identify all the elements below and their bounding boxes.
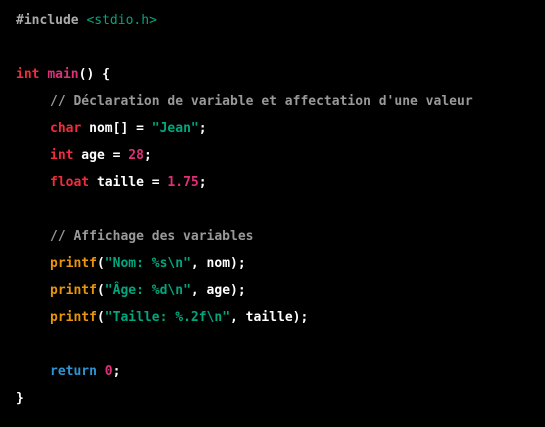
string-literal: "Taille: %.2f\n" [104, 310, 231, 325]
semicolon: ; [198, 121, 207, 136]
char-declaration: nom[] = [81, 121, 152, 136]
printf-args: , age); [190, 283, 246, 298]
preprocessor-directive: #include [16, 13, 79, 28]
keyword-int: int [16, 67, 40, 82]
code-line-include: #include <stdio.h> [16, 7, 545, 34]
code-line-printf-nom: printf("Nom: %s\n", nom); [16, 250, 545, 277]
code-line-close: } [16, 385, 545, 412]
comment-declaration: // Déclaration de variable et affectatio… [50, 94, 473, 109]
printf-args: , taille); [230, 310, 309, 325]
code-line-return: return 0; [16, 358, 545, 385]
close-brace: } [16, 391, 24, 406]
keyword-char: char [50, 121, 82, 136]
code-line-printf-age: printf("Âge: %d\n", age); [16, 277, 545, 304]
paren-open: ( [96, 256, 105, 271]
code-block[interactable]: #include <stdio.h> int main() { // Décla… [0, 0, 545, 427]
code-line-comment: // Affichage des variables [16, 223, 545, 250]
semicolon: ; [112, 364, 121, 379]
printf-args: , nom); [190, 256, 246, 271]
paren-open: ( [96, 283, 105, 298]
code-line-char: char nom[] = "Jean"; [16, 115, 545, 142]
include-header: <stdio.h> [78, 13, 157, 28]
string-literal: "Nom: %s\n" [104, 256, 191, 271]
semicolon: ; [198, 175, 207, 190]
code-line-printf-taille: printf("Taille: %.2f\n", taille); [16, 304, 545, 331]
function-printf: printf [50, 283, 97, 298]
number-literal: 28 [128, 148, 144, 163]
keyword-int: int [50, 148, 74, 163]
number-literal: 1.75 [167, 175, 199, 190]
function-printf: printf [50, 256, 97, 271]
code-line-comment: // Déclaration de variable et affectatio… [16, 88, 545, 115]
keyword-return: return [50, 364, 97, 379]
semicolon: ; [143, 148, 152, 163]
function-name-main: main [47, 67, 79, 82]
int-declaration: age = [73, 148, 129, 163]
string-literal: "Jean" [151, 121, 199, 136]
main-open: () { [78, 67, 110, 82]
code-line-main: int main() { [16, 61, 545, 88]
code-line-int: int age = 28; [16, 142, 545, 169]
comment-display: // Affichage des variables [50, 229, 254, 244]
string-literal: "Âge: %d\n" [104, 283, 191, 298]
number-literal: 0 [96, 364, 113, 379]
paren-open: ( [96, 310, 105, 325]
function-printf: printf [50, 310, 97, 325]
code-line-float: float taille = 1.75; [16, 169, 545, 196]
keyword-float: float [50, 175, 90, 190]
float-declaration: taille = [89, 175, 168, 190]
